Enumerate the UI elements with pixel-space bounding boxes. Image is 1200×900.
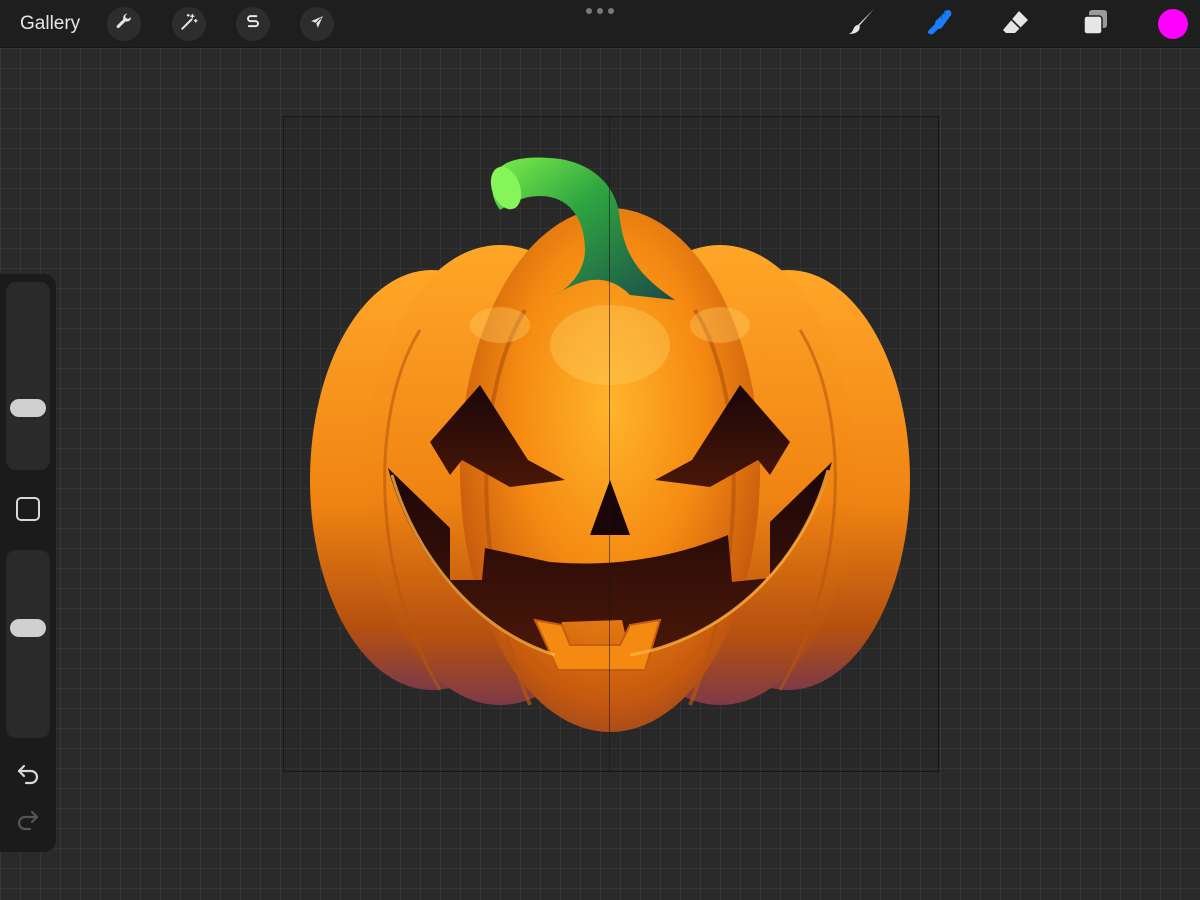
smudge-finger-icon (924, 6, 956, 43)
top-toolbar: Gallery (0, 0, 1200, 48)
paintbrush-icon (846, 6, 878, 43)
eraser-icon (1000, 6, 1032, 43)
selection-button[interactable] (236, 7, 270, 41)
brush-size-slider[interactable] (6, 282, 50, 470)
brush-tool-button[interactable] (844, 6, 880, 42)
brush-size-thumb[interactable] (10, 399, 46, 418)
gallery-button[interactable]: Gallery (20, 12, 80, 36)
undo-arrow-icon (15, 763, 41, 790)
selection-s-icon (243, 12, 263, 37)
smudge-tool-button[interactable] (922, 6, 958, 42)
color-picker-button[interactable] (1158, 9, 1188, 39)
symmetry-guide-line (609, 116, 610, 772)
adjustments-button[interactable] (172, 7, 206, 41)
actions-button[interactable] (107, 7, 141, 41)
eraser-tool-button[interactable] (998, 6, 1034, 42)
opacity-thumb[interactable] (10, 618, 46, 637)
redo-arrow-icon (15, 809, 41, 836)
procreate-app: Gallery (0, 0, 1200, 900)
wrench-icon (114, 12, 134, 37)
square-modify-icon (15, 496, 41, 527)
magic-wand-icon (179, 12, 199, 37)
undo-button[interactable] (13, 762, 43, 790)
layers-icon (1079, 6, 1111, 43)
left-sidebar (0, 274, 56, 852)
jack-o-lantern-artwork (310, 157, 910, 732)
arrow-cursor-icon (307, 12, 327, 37)
layers-button[interactable] (1077, 6, 1113, 42)
more-options-handle[interactable] (586, 6, 614, 16)
modify-button[interactable] (15, 496, 41, 527)
transform-button[interactable] (300, 7, 334, 41)
opacity-slider[interactable] (6, 550, 50, 738)
redo-button[interactable] (13, 808, 43, 836)
